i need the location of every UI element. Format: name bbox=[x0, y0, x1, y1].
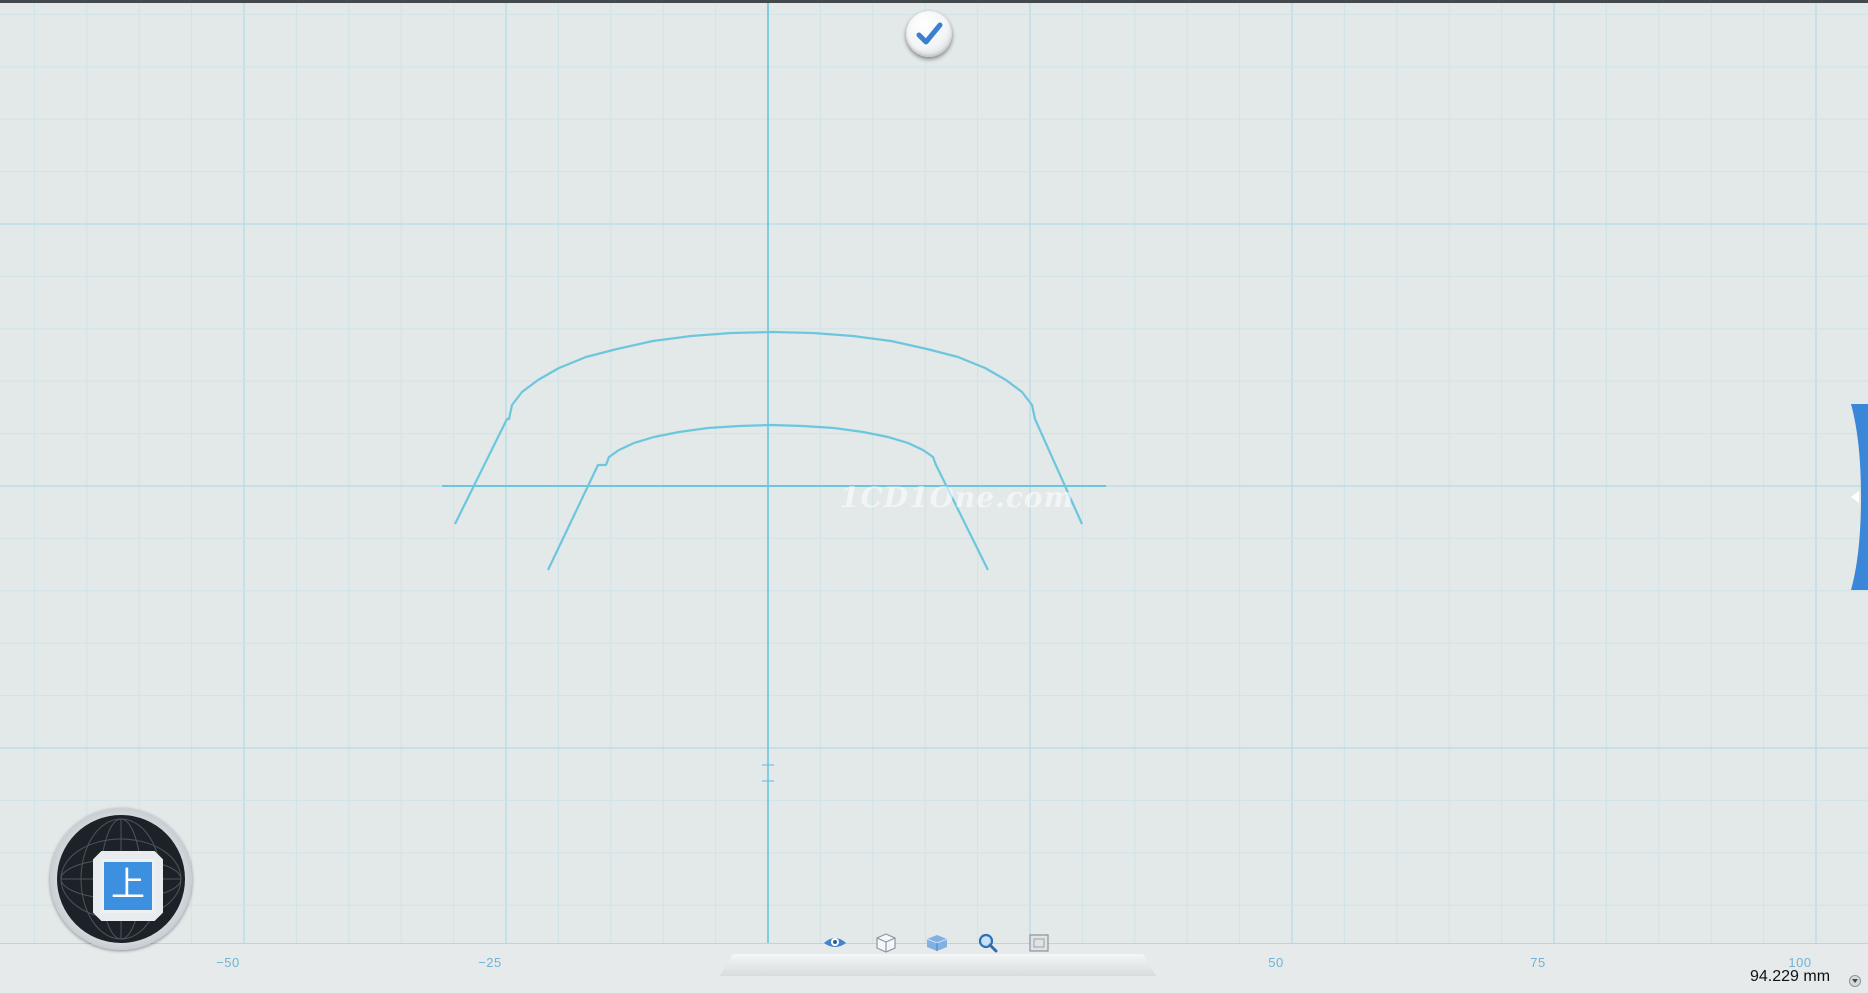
sketch-grid bbox=[0, 3, 1868, 943]
ruler-tick-label: −50 bbox=[216, 955, 240, 970]
material-box-icon[interactable] bbox=[924, 932, 950, 954]
view-cube-icon[interactable] bbox=[873, 932, 899, 954]
ruler-tick-label: −25 bbox=[478, 955, 502, 970]
checkmark-icon bbox=[916, 22, 943, 45]
toolbar-tray bbox=[720, 954, 1156, 976]
view-eye-icon[interactable] bbox=[822, 932, 848, 954]
view-cube-top-face[interactable]: 上 bbox=[101, 859, 155, 913]
view-cube[interactable]: 上 bbox=[50, 808, 192, 950]
bottom-toolbar bbox=[718, 924, 1156, 980]
confirm-button[interactable] bbox=[906, 11, 952, 57]
side-panel-toggle[interactable] bbox=[1847, 404, 1868, 590]
ruler-tick-label: 75 bbox=[1530, 955, 1546, 970]
watermark-text: 1CD1One.com bbox=[840, 481, 1075, 514]
fit-view-icon[interactable] bbox=[1026, 932, 1052, 954]
zoom-readout: 94.229 mm bbox=[1750, 968, 1831, 985]
view-cube-globe: 上 bbox=[57, 815, 185, 943]
zoom-magnifier-icon[interactable] bbox=[975, 932, 1001, 954]
chevron-left-icon bbox=[1851, 491, 1859, 503]
units-dropdown[interactable] bbox=[1849, 975, 1861, 987]
ruler-tick-label: 50 bbox=[1268, 955, 1284, 970]
sketch-canvas[interactable]: 1CD1One.com bbox=[0, 3, 1868, 943]
